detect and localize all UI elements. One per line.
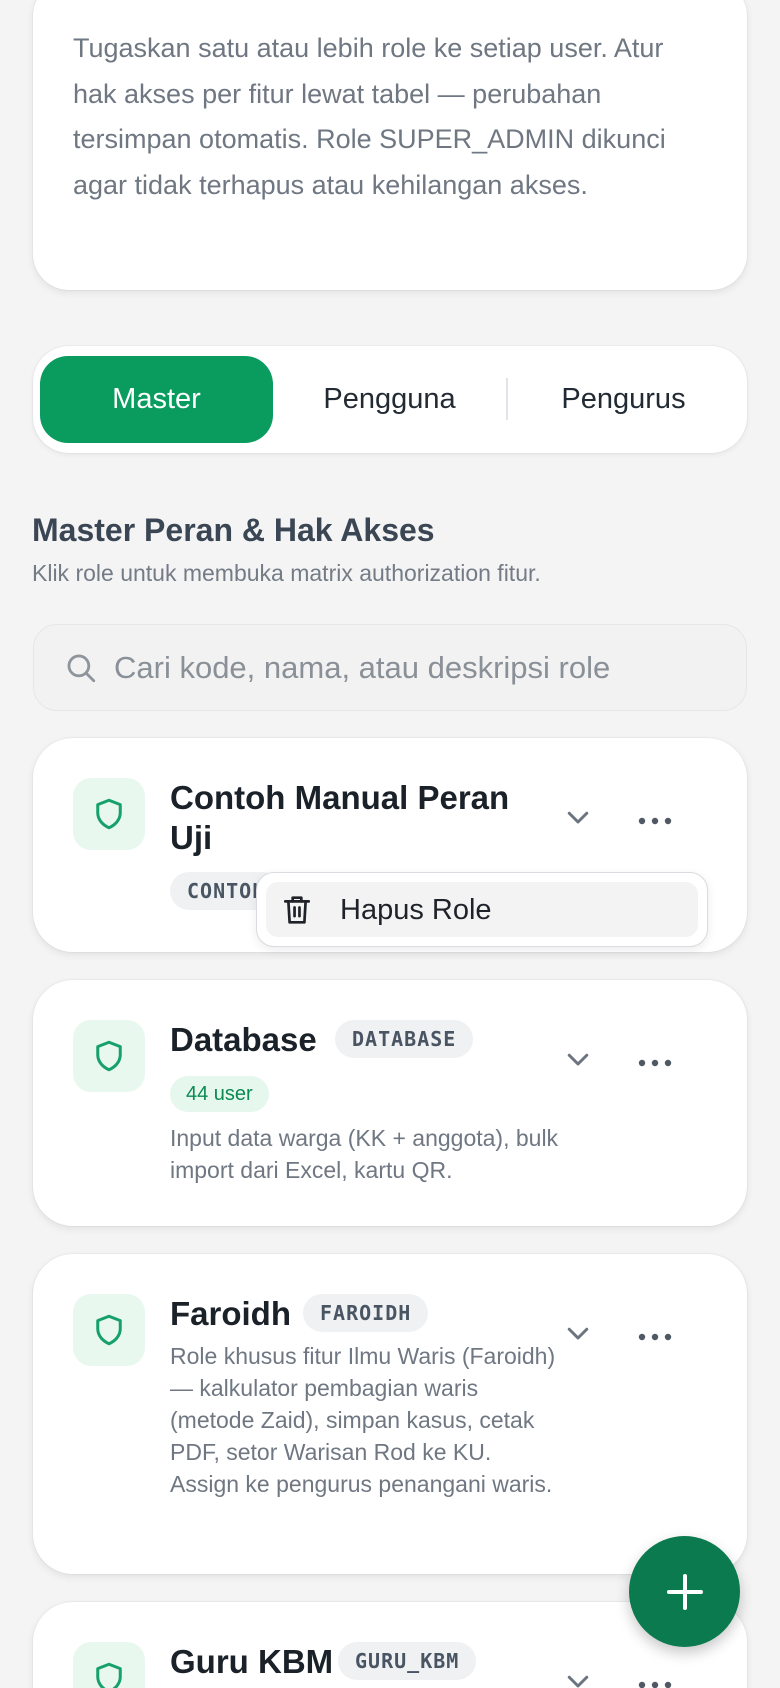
chevron-down-icon[interactable] bbox=[563, 1666, 593, 1688]
chevron-down-icon[interactable] bbox=[563, 1044, 593, 1074]
shield-icon bbox=[96, 1314, 122, 1346]
search-icon bbox=[67, 654, 96, 683]
role-code-badge: FAROIDH bbox=[303, 1294, 429, 1332]
plus-icon bbox=[666, 1573, 703, 1610]
tab-pengguna[interactable]: Pengguna bbox=[273, 356, 506, 443]
role-name: Contoh Manual Peran Uji bbox=[170, 779, 510, 856]
role-icon-box bbox=[73, 1642, 145, 1688]
add-role-button[interactable] bbox=[629, 1536, 740, 1647]
info-card: Tugaskan satu atau lebih role ke setiap … bbox=[33, 0, 747, 290]
role-name: Faroidh bbox=[170, 1295, 291, 1332]
page: Tugaskan satu atau lebih role ke setiap … bbox=[0, 0, 780, 1688]
role-card-faroidh[interactable]: Faroidh FAROIDH Role khusus fitur Ilmu W… bbox=[33, 1254, 747, 1574]
role-name: Database bbox=[170, 1021, 317, 1058]
shield-icon bbox=[96, 1040, 122, 1072]
section-title: Master Peran & Hak Akses bbox=[32, 512, 435, 548]
search-input[interactable] bbox=[114, 625, 674, 710]
shield-icon bbox=[96, 798, 122, 830]
user-count-badge: 44 user bbox=[170, 1076, 269, 1112]
role-actions-menu: Hapus Role bbox=[256, 872, 708, 947]
trash-icon bbox=[283, 896, 311, 924]
role-code-badge: DATABASE bbox=[335, 1020, 474, 1058]
delete-role-label: Hapus Role bbox=[340, 894, 492, 926]
role-code-badge: GURU_KBM bbox=[338, 1642, 477, 1680]
chevron-down-icon[interactable] bbox=[563, 802, 593, 832]
role-description: Role khusus fitur Ilmu Waris (Faroidh) —… bbox=[170, 1343, 556, 1497]
tab-bar: Master Pengguna Pengurus bbox=[33, 346, 747, 453]
role-icon-box bbox=[73, 1020, 145, 1092]
role-icon-box bbox=[73, 1294, 145, 1366]
info-text: Tugaskan satu atau lebih role ke setiap … bbox=[73, 33, 666, 200]
role-description: Input data warga (KK + anggota), bulk im… bbox=[170, 1125, 559, 1183]
role-name: Guru KBM bbox=[170, 1643, 334, 1680]
more-horizontal-icon[interactable] bbox=[633, 1048, 677, 1078]
more-horizontal-icon[interactable] bbox=[633, 1670, 677, 1688]
role-icon-box bbox=[73, 778, 145, 850]
delete-role-menu-item[interactable]: Hapus Role bbox=[266, 882, 698, 937]
tab-pengurus[interactable]: Pengurus bbox=[507, 356, 740, 443]
tab-master[interactable]: Master bbox=[40, 356, 273, 443]
more-horizontal-icon[interactable] bbox=[633, 806, 677, 836]
search-box bbox=[33, 624, 747, 711]
role-card-database[interactable]: Database DATABASE 44 user Input data war… bbox=[33, 980, 747, 1226]
more-horizontal-icon[interactable] bbox=[633, 1322, 677, 1352]
shield-icon bbox=[96, 1662, 122, 1688]
section-subtitle: Klik role untuk membuka matrix authoriza… bbox=[32, 560, 541, 586]
chevron-down-icon[interactable] bbox=[563, 1318, 593, 1348]
